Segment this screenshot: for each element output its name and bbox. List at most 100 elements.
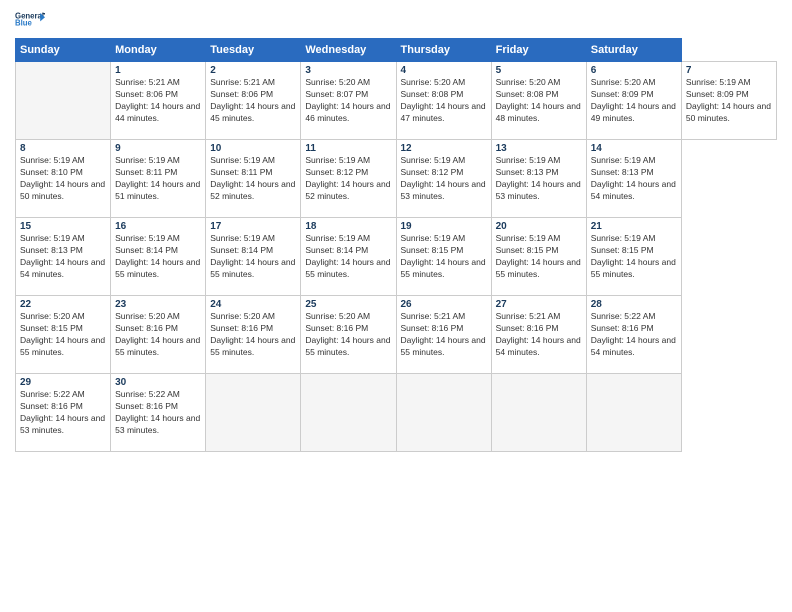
day-number: 30 (115, 377, 201, 388)
day-number: 10 (210, 143, 296, 154)
day-number: 1 (115, 65, 201, 76)
day-info: Sunrise: 5:22 AMSunset: 8:16 PMDaylight:… (115, 389, 201, 437)
day-info: Sunrise: 5:20 AMSunset: 8:16 PMDaylight:… (210, 311, 296, 359)
col-header-wednesday: Wednesday (301, 39, 396, 62)
calendar-cell (301, 374, 396, 452)
day-info: Sunrise: 5:22 AMSunset: 8:16 PMDaylight:… (20, 389, 106, 437)
day-number: 12 (401, 143, 487, 154)
day-info: Sunrise: 5:20 AMSunset: 8:16 PMDaylight:… (305, 311, 391, 359)
calendar-cell: 3Sunrise: 5:20 AMSunset: 8:07 PMDaylight… (301, 62, 396, 140)
calendar-cell: 26Sunrise: 5:21 AMSunset: 8:16 PMDayligh… (396, 296, 491, 374)
calendar-cell: 12Sunrise: 5:19 AMSunset: 8:12 PMDayligh… (396, 140, 491, 218)
day-info: Sunrise: 5:19 AMSunset: 8:15 PMDaylight:… (401, 233, 487, 281)
calendar-cell: 20Sunrise: 5:19 AMSunset: 8:15 PMDayligh… (491, 218, 586, 296)
calendar-cell: 27Sunrise: 5:21 AMSunset: 8:16 PMDayligh… (491, 296, 586, 374)
day-info: Sunrise: 5:19 AMSunset: 8:13 PMDaylight:… (496, 155, 582, 203)
day-info: Sunrise: 5:19 AMSunset: 8:14 PMDaylight:… (115, 233, 201, 281)
header-row: SundayMondayTuesdayWednesdayThursdayFrid… (16, 39, 777, 62)
calendar-cell: 21Sunrise: 5:19 AMSunset: 8:15 PMDayligh… (586, 218, 681, 296)
week-row-2: 15Sunrise: 5:19 AMSunset: 8:13 PMDayligh… (16, 218, 777, 296)
calendar-cell: 16Sunrise: 5:19 AMSunset: 8:14 PMDayligh… (111, 218, 206, 296)
calendar-cell: 22Sunrise: 5:20 AMSunset: 8:15 PMDayligh… (16, 296, 111, 374)
day-number: 18 (305, 221, 391, 232)
day-info: Sunrise: 5:19 AMSunset: 8:11 PMDaylight:… (115, 155, 201, 203)
calendar-cell: 9Sunrise: 5:19 AMSunset: 8:11 PMDaylight… (111, 140, 206, 218)
calendar-cell (586, 374, 681, 452)
day-number: 8 (20, 143, 106, 154)
col-header-saturday: Saturday (586, 39, 681, 62)
day-info: Sunrise: 5:19 AMSunset: 8:13 PMDaylight:… (20, 233, 106, 281)
day-number: 27 (496, 299, 582, 310)
day-number: 28 (591, 299, 677, 310)
day-number: 13 (496, 143, 582, 154)
calendar-cell: 19Sunrise: 5:19 AMSunset: 8:15 PMDayligh… (396, 218, 491, 296)
day-info: Sunrise: 5:21 AMSunset: 8:06 PMDaylight:… (115, 77, 201, 125)
calendar-cell: 1Sunrise: 5:21 AMSunset: 8:06 PMDaylight… (111, 62, 206, 140)
day-number: 22 (20, 299, 106, 310)
day-number: 6 (591, 65, 677, 76)
day-info: Sunrise: 5:20 AMSunset: 8:16 PMDaylight:… (115, 311, 201, 359)
col-header-monday: Monday (111, 39, 206, 62)
day-info: Sunrise: 5:19 AMSunset: 8:11 PMDaylight:… (210, 155, 296, 203)
day-info: Sunrise: 5:19 AMSunset: 8:13 PMDaylight:… (591, 155, 677, 203)
week-row-4: 29Sunrise: 5:22 AMSunset: 8:16 PMDayligh… (16, 374, 777, 452)
calendar-cell (491, 374, 586, 452)
day-info: Sunrise: 5:20 AMSunset: 8:08 PMDaylight:… (496, 77, 582, 125)
day-info: Sunrise: 5:20 AMSunset: 8:08 PMDaylight:… (401, 77, 487, 125)
col-header-thursday: Thursday (396, 39, 491, 62)
calendar-table: SundayMondayTuesdayWednesdayThursdayFrid… (15, 38, 777, 452)
day-number: 17 (210, 221, 296, 232)
day-info: Sunrise: 5:20 AMSunset: 8:07 PMDaylight:… (305, 77, 391, 125)
col-header-friday: Friday (491, 39, 586, 62)
calendar-cell: 14Sunrise: 5:19 AMSunset: 8:13 PMDayligh… (586, 140, 681, 218)
day-info: Sunrise: 5:19 AMSunset: 8:12 PMDaylight:… (401, 155, 487, 203)
calendar-cell: 17Sunrise: 5:19 AMSunset: 8:14 PMDayligh… (206, 218, 301, 296)
day-number: 7 (686, 65, 772, 76)
calendar-cell: 2Sunrise: 5:21 AMSunset: 8:06 PMDaylight… (206, 62, 301, 140)
day-info: Sunrise: 5:22 AMSunset: 8:16 PMDaylight:… (591, 311, 677, 359)
header: General Blue (15, 10, 777, 30)
logo: General Blue (15, 10, 45, 30)
day-info: Sunrise: 5:20 AMSunset: 8:15 PMDaylight:… (20, 311, 106, 359)
day-number: 3 (305, 65, 391, 76)
calendar-cell (16, 62, 111, 140)
calendar-cell: 18Sunrise: 5:19 AMSunset: 8:14 PMDayligh… (301, 218, 396, 296)
day-number: 11 (305, 143, 391, 154)
calendar-cell: 23Sunrise: 5:20 AMSunset: 8:16 PMDayligh… (111, 296, 206, 374)
calendar-cell (206, 374, 301, 452)
calendar-cell: 8Sunrise: 5:19 AMSunset: 8:10 PMDaylight… (16, 140, 111, 218)
week-row-0: 1Sunrise: 5:21 AMSunset: 8:06 PMDaylight… (16, 62, 777, 140)
day-info: Sunrise: 5:21 AMSunset: 8:06 PMDaylight:… (210, 77, 296, 125)
day-number: 29 (20, 377, 106, 388)
day-info: Sunrise: 5:21 AMSunset: 8:16 PMDaylight:… (401, 311, 487, 359)
day-number: 26 (401, 299, 487, 310)
week-row-3: 22Sunrise: 5:20 AMSunset: 8:15 PMDayligh… (16, 296, 777, 374)
calendar-cell: 5Sunrise: 5:20 AMSunset: 8:08 PMDaylight… (491, 62, 586, 140)
day-number: 20 (496, 221, 582, 232)
day-number: 2 (210, 65, 296, 76)
calendar-cell: 24Sunrise: 5:20 AMSunset: 8:16 PMDayligh… (206, 296, 301, 374)
calendar-cell: 10Sunrise: 5:19 AMSunset: 8:11 PMDayligh… (206, 140, 301, 218)
day-info: Sunrise: 5:21 AMSunset: 8:16 PMDaylight:… (496, 311, 582, 359)
col-header-sunday: Sunday (16, 39, 111, 62)
day-info: Sunrise: 5:19 AMSunset: 8:09 PMDaylight:… (686, 77, 772, 125)
calendar-cell: 29Sunrise: 5:22 AMSunset: 8:16 PMDayligh… (16, 374, 111, 452)
day-number: 9 (115, 143, 201, 154)
calendar-cell: 28Sunrise: 5:22 AMSunset: 8:16 PMDayligh… (586, 296, 681, 374)
day-number: 21 (591, 221, 677, 232)
calendar-cell: 6Sunrise: 5:20 AMSunset: 8:09 PMDaylight… (586, 62, 681, 140)
calendar-cell (396, 374, 491, 452)
calendar-cell: 4Sunrise: 5:20 AMSunset: 8:08 PMDaylight… (396, 62, 491, 140)
day-number: 24 (210, 299, 296, 310)
calendar-cell: 30Sunrise: 5:22 AMSunset: 8:16 PMDayligh… (111, 374, 206, 452)
calendar-cell: 15Sunrise: 5:19 AMSunset: 8:13 PMDayligh… (16, 218, 111, 296)
calendar-cell: 11Sunrise: 5:19 AMSunset: 8:12 PMDayligh… (301, 140, 396, 218)
logo-icon: General Blue (15, 10, 45, 28)
calendar-cell: 7Sunrise: 5:19 AMSunset: 8:09 PMDaylight… (681, 62, 776, 140)
day-number: 16 (115, 221, 201, 232)
col-header-tuesday: Tuesday (206, 39, 301, 62)
calendar-cell: 25Sunrise: 5:20 AMSunset: 8:16 PMDayligh… (301, 296, 396, 374)
svg-text:Blue: Blue (15, 19, 33, 28)
calendar-cell: 13Sunrise: 5:19 AMSunset: 8:13 PMDayligh… (491, 140, 586, 218)
day-info: Sunrise: 5:19 AMSunset: 8:14 PMDaylight:… (305, 233, 391, 281)
